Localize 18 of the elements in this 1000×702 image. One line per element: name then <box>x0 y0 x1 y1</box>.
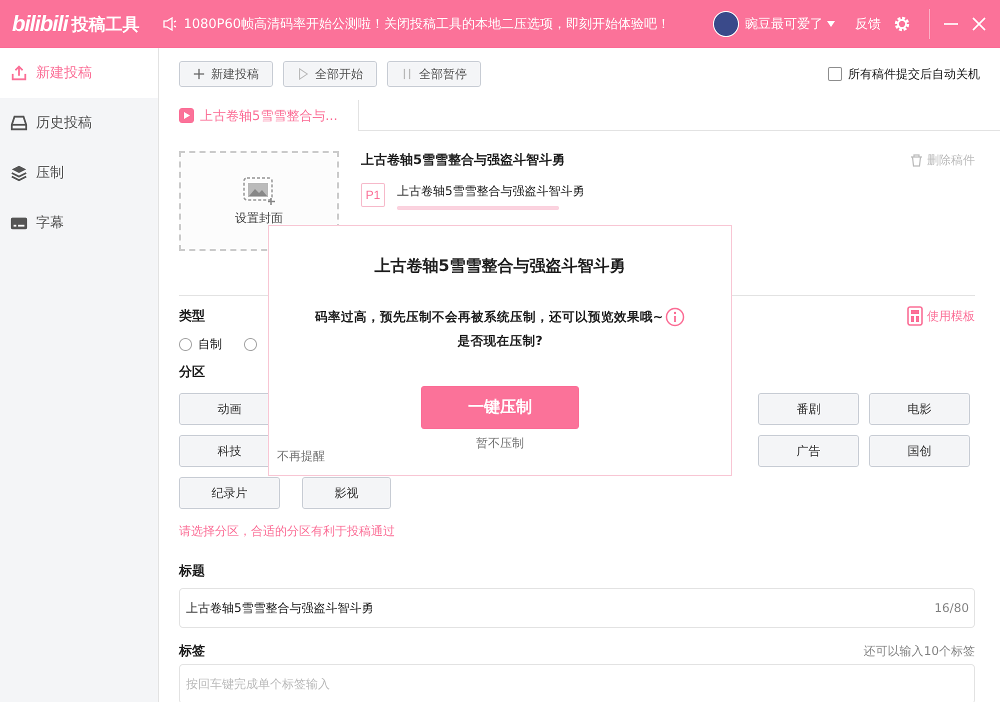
app-title: 投稿工具 <box>72 14 140 36</box>
dialog-title: 上古卷轴5雪雪整合与强盗斗智斗勇 <box>374 256 626 277</box>
dialog-message: 码率过高，预先压制不会再被系统压制，还可以预览效果哦~ <box>314 308 664 326</box>
draft-title: 上古卷轴5雪雪整合与强盗斗智斗勇 <box>361 152 566 169</box>
field-label: 标题 <box>179 563 205 580</box>
part-badge: P1 <box>361 183 385 207</box>
section-label: 分区 <box>179 364 205 381</box>
radio-label: 自制 <box>198 336 222 353</box>
field-label: 标签 <box>179 643 205 660</box>
tag-count: 还可以输入10个标签 <box>864 642 975 660</box>
part-name: 上古卷轴5雪雪整合与强盗斗智斗勇 <box>397 183 585 200</box>
checkbox-label: 所有稿件提交后自动关机 <box>848 66 980 82</box>
logo: bilibili <box>12 11 68 37</box>
char-count: 16/80 <box>934 601 969 615</box>
hint-text: 请选择分区，合适的分区有利于投稿通过 <box>179 523 396 540</box>
notice-text: 1080P60帧高清码率开始公测啦！关闭投稿工具的本地二压选项，即刻开始体验吧！ <box>184 16 672 33</box>
section-label: 类型 <box>179 308 205 325</box>
dialog-question: 是否现在压制? <box>457 333 543 350</box>
